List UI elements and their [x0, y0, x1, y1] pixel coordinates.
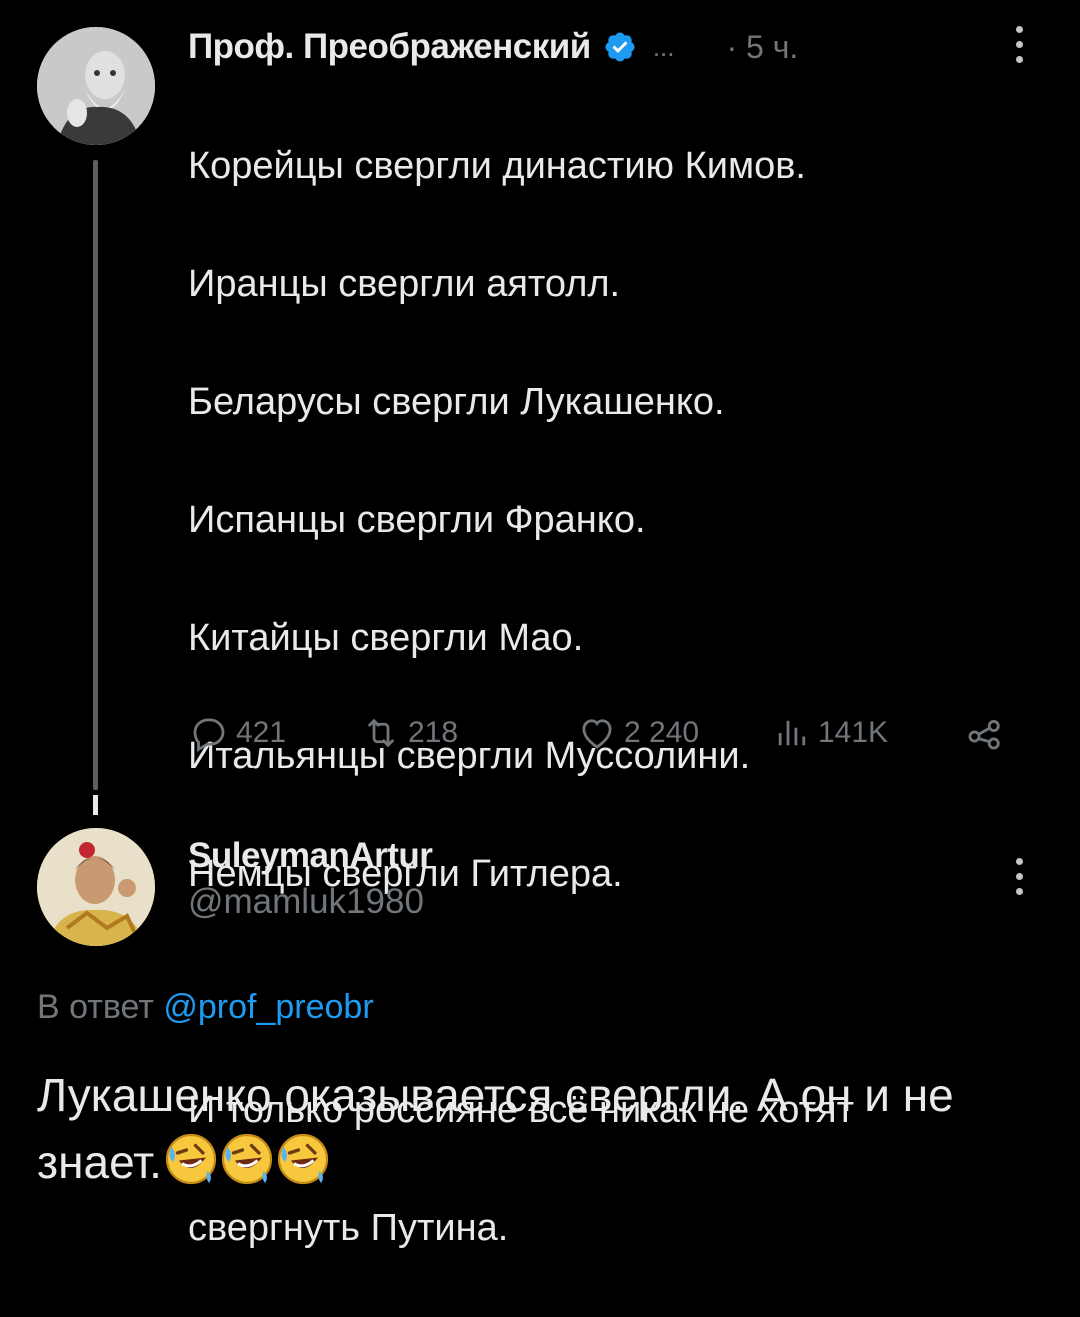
- tweet-line: Испанцы свергли Франко.: [188, 499, 646, 541]
- replying-to: В ответ @prof_preobr: [37, 988, 374, 1027]
- rolling-laughing-emoji-icon: [221, 1133, 273, 1185]
- tweet-timestamp[interactable]: · 5 ч.: [726, 29, 798, 66]
- retweet-icon: [367, 718, 395, 748]
- reply-author-name[interactable]: SuleymanArtur: [188, 836, 433, 876]
- more-options-icon[interactable]: [1016, 858, 1024, 903]
- author-handle-truncated: ...: [652, 31, 675, 62]
- tweet-line: Корейцы свергли династию Кимов.: [188, 145, 806, 187]
- reply-author-avatar[interactable]: [37, 828, 155, 946]
- replying-to-label: В ответ: [37, 988, 154, 1026]
- reply-author-handle[interactable]: @mamluk1980: [188, 882, 432, 922]
- verified-badge-icon: [605, 32, 635, 62]
- retweet-count: 218: [408, 716, 459, 749]
- share-button[interactable]: [964, 712, 1012, 754]
- tweet-line: Иранцы свергли аятолл.: [188, 263, 621, 305]
- tweet-line: Беларусы свергли Лукашенко.: [188, 381, 725, 423]
- heart-icon: [582, 719, 612, 749]
- reply-icon: [193, 718, 225, 752]
- views-count: 141K: [818, 716, 889, 749]
- tweet-actions: 421 218 2 240 141K: [188, 712, 1018, 762]
- like-count: 2 240: [624, 716, 700, 749]
- share-icon: [968, 720, 1000, 750]
- rolling-laughing-emoji-icon: [165, 1133, 217, 1185]
- rolling-laughing-emoji-icon: [277, 1133, 329, 1185]
- reply-count: 421: [236, 716, 287, 749]
- like-button[interactable]: 2 240: [576, 712, 699, 754]
- replying-to-mention[interactable]: @prof_preobr: [163, 988, 373, 1026]
- views-chart-icon: [778, 720, 806, 746]
- tweet-header: Проф. Преображенский ... · 5 ч.: [188, 24, 798, 70]
- reply-header: SuleymanArtur @mamluk1980: [188, 836, 433, 922]
- views-button[interactable]: 141K: [770, 712, 888, 754]
- tweet-line: свергнуть Путина.: [188, 1207, 509, 1249]
- author-avatar[interactable]: [37, 27, 155, 145]
- more-options-icon[interactable]: [1016, 26, 1024, 71]
- retweet-button[interactable]: 218: [360, 712, 458, 754]
- thread-connector-end: [93, 795, 98, 815]
- thread-connector: [93, 160, 98, 790]
- author-name[interactable]: Проф. Преображенский: [188, 27, 591, 67]
- reply-body: Лукашенко оказывается свергли. А он и не…: [37, 1062, 1047, 1196]
- tweet-line: Китайцы свергли Мао.: [188, 617, 584, 659]
- reply-button[interactable]: 421: [188, 712, 286, 754]
